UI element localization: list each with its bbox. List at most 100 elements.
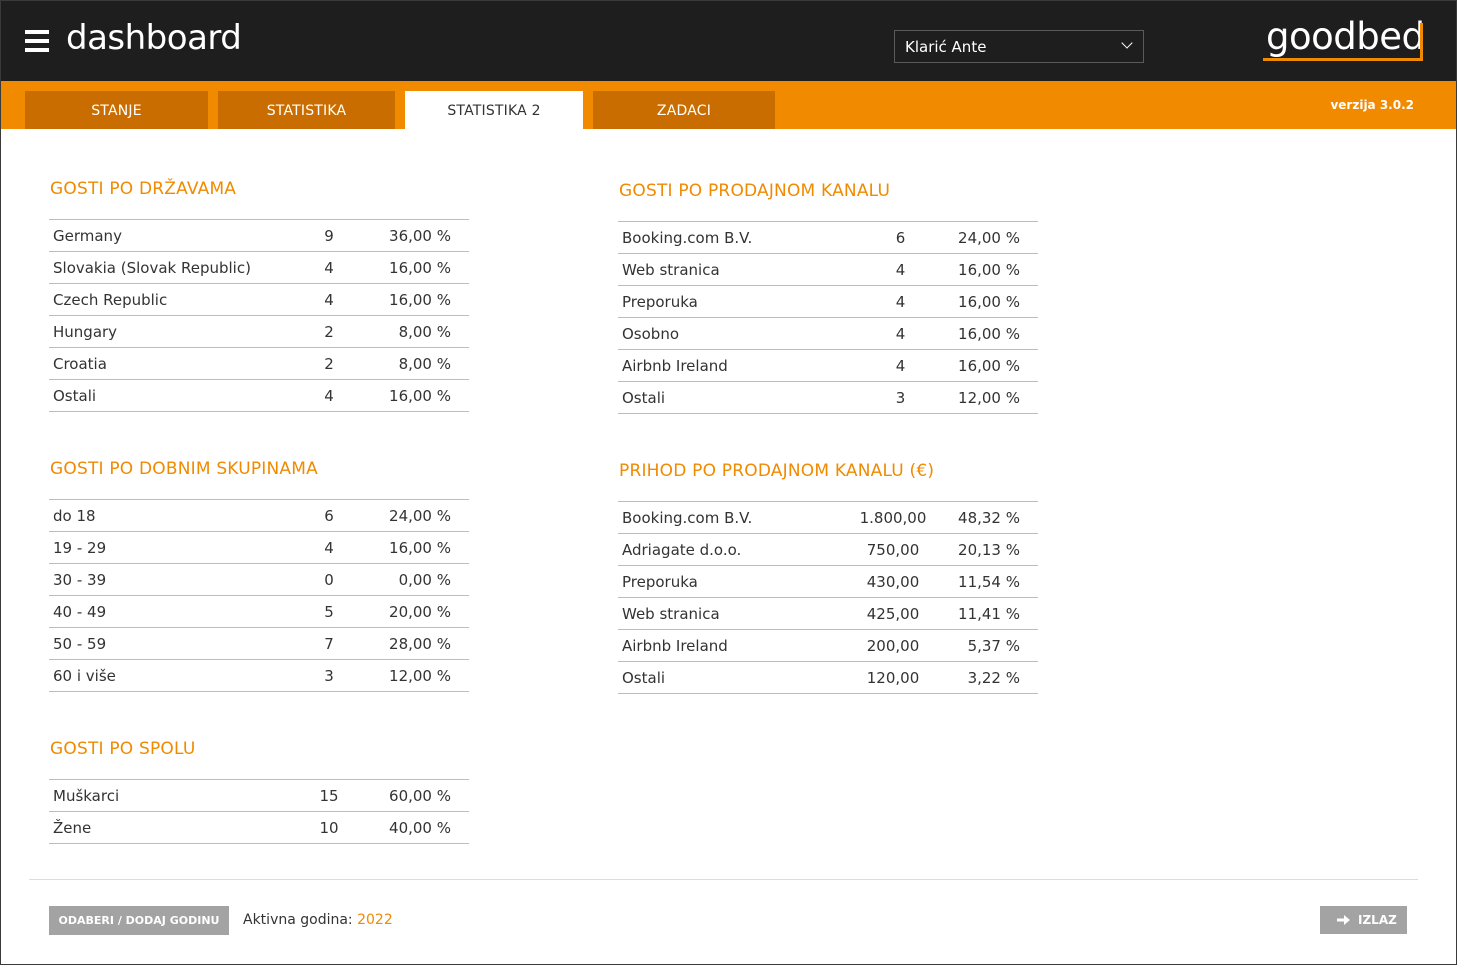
active-year-value: 2022: [357, 912, 393, 928]
table-row: Žene 10 40,00 %: [49, 811, 469, 844]
row-count: 5: [299, 595, 359, 628]
row-count: 7: [299, 627, 359, 660]
table-row: Hungary 2 8,00 %: [49, 315, 469, 348]
table-row: Preporuka 4 16,00 %: [618, 285, 1038, 318]
row-label: 30 - 39: [49, 563, 299, 596]
hamburger-icon[interactable]: [25, 30, 49, 52]
row-percent: 12,00 %: [359, 659, 469, 692]
table-row: 40 - 49 5 20,00 %: [49, 595, 469, 628]
row-count: 4: [299, 379, 359, 412]
tab-bar: STANJE STATISTIKA STATISTIKA 2 ZADACI ve…: [1, 81, 1456, 129]
row-count: 1.800,00: [853, 501, 933, 534]
table-row: do 18 6 24,00 %: [49, 499, 469, 532]
row-percent: 20,13 %: [933, 533, 1038, 566]
table-row: Adriagate d.o.o. 750,00 20,13 %: [618, 533, 1038, 566]
logo-bar: [1420, 23, 1423, 61]
channels-table: Booking.com B.V. 6 24,00 % Web stranica 4 16,…: [618, 221, 1038, 414]
table-row: Preporuka 430,00 11,54 %: [618, 565, 1038, 598]
row-percent: 16,00 %: [933, 285, 1038, 318]
table-row: 19 - 29 4 16,00 %: [49, 531, 469, 564]
row-label: Preporuka: [618, 285, 868, 318]
row-count: 4: [868, 317, 933, 350]
table-row: Muškarci 15 60,00 %: [49, 779, 469, 812]
row-label: Ostali: [618, 661, 853, 694]
row-percent: 11,41 %: [933, 597, 1038, 630]
section-title-age: GOSTI PO DOBNIM SKUPINAMA: [50, 459, 318, 479]
row-label: Ostali: [618, 381, 868, 414]
row-percent: 28,00 %: [359, 627, 469, 660]
row-label: Germany: [49, 219, 299, 252]
row-label: Web stranica: [618, 597, 853, 630]
row-percent: 40,00 %: [359, 811, 469, 844]
user-select-value: Klarić Ante: [905, 38, 987, 56]
row-label: do 18: [49, 499, 299, 532]
row-label: Booking.com B.V.: [618, 501, 853, 534]
row-label: Airbnb Ireland: [618, 349, 868, 382]
row-label: Hungary: [49, 315, 299, 348]
row-count: 4: [299, 251, 359, 284]
row-count: 2: [299, 347, 359, 380]
revenue-table: Booking.com B.V. 1.800,00 48,32 % Adriagate…: [618, 501, 1038, 694]
row-count: 425,00: [853, 597, 933, 630]
tab-stanje[interactable]: STANJE: [25, 91, 208, 129]
table-row: Osobno 4 16,00 %: [618, 317, 1038, 350]
row-percent: 16,00 %: [359, 283, 469, 316]
row-count: 200,00: [853, 629, 933, 662]
row-percent: 0,00 %: [359, 563, 469, 596]
logo-underline: [1263, 58, 1423, 61]
table-row: Booking.com B.V. 1.800,00 48,32 %: [618, 501, 1038, 534]
row-count: 6: [868, 221, 933, 254]
user-select[interactable]: Klarić Ante: [894, 30, 1144, 63]
gender-table: Muškarci 15 60,00 % Žene 10 40,00 %: [49, 779, 469, 844]
tab-zadaci[interactable]: ZADACI: [593, 91, 775, 129]
row-percent: 16,00 %: [359, 379, 469, 412]
exit-button-label: IZLAZ: [1358, 913, 1397, 927]
age-table: do 18 6 24,00 % 19 - 29 4 16,00 % 30 - 39 0 0,00…: [49, 499, 469, 692]
row-label: 40 - 49: [49, 595, 299, 628]
row-percent: 16,00 %: [933, 253, 1038, 286]
table-row: Airbnb Ireland 4 16,00 %: [618, 349, 1038, 382]
version-label: verzija 3.0.2: [1330, 98, 1414, 112]
row-count: 4: [868, 253, 933, 286]
table-row: Czech Republic 4 16,00 %: [49, 283, 469, 316]
row-percent: 48,32 %: [933, 501, 1038, 534]
chevron-down-icon: [1121, 37, 1133, 49]
section-title-countries: GOSTI PO DRŽAVAMA: [50, 179, 237, 199]
row-percent: 16,00 %: [359, 251, 469, 284]
row-count: 6: [299, 499, 359, 532]
row-label: Croatia: [49, 347, 299, 380]
row-label: Airbnb Ireland: [618, 629, 853, 662]
row-count: 4: [299, 283, 359, 316]
row-count: 9: [299, 219, 359, 252]
row-percent: 16,00 %: [933, 349, 1038, 382]
arrow-right-icon: [1337, 915, 1350, 925]
row-count: 2: [299, 315, 359, 348]
row-label: Osobno: [618, 317, 868, 350]
select-year-button[interactable]: ODABERI / DODAJ GODINU: [49, 906, 229, 935]
row-percent: 60,00 %: [359, 779, 469, 812]
exit-button[interactable]: IZLAZ: [1320, 906, 1407, 934]
section-title-channels: GOSTI PO PRODAJNOM KANALU: [619, 181, 891, 201]
table-row: Ostali 120,00 3,22 %: [618, 661, 1038, 694]
row-percent: 16,00 %: [359, 531, 469, 564]
row-label: 60 i više: [49, 659, 299, 692]
row-percent: 20,00 %: [359, 595, 469, 628]
tab-statistika[interactable]: STATISTIKA: [218, 91, 395, 129]
row-count: 4: [868, 349, 933, 382]
app-window: dashboard Klarić Ante goodbed STANJE STA…: [0, 0, 1457, 965]
row-percent: 8,00 %: [359, 347, 469, 380]
row-count: 15: [299, 779, 359, 812]
logo: goodbed: [1266, 15, 1425, 58]
row-label: Ostali: [49, 379, 299, 412]
table-row: Web stranica 425,00 11,41 %: [618, 597, 1038, 630]
row-label: Adriagate d.o.o.: [618, 533, 853, 566]
row-count: 120,00: [853, 661, 933, 694]
row-percent: 16,00 %: [933, 317, 1038, 350]
table-row: 50 - 59 7 28,00 %: [49, 627, 469, 660]
table-row: 30 - 39 0 0,00 %: [49, 563, 469, 596]
tab-statistika-2[interactable]: STATISTIKA 2: [405, 91, 583, 129]
row-count: 430,00: [853, 565, 933, 598]
section-title-gender: GOSTI PO SPOLU: [50, 739, 196, 759]
row-label: Žene: [49, 811, 299, 844]
table-row: Ostali 3 12,00 %: [618, 381, 1038, 414]
